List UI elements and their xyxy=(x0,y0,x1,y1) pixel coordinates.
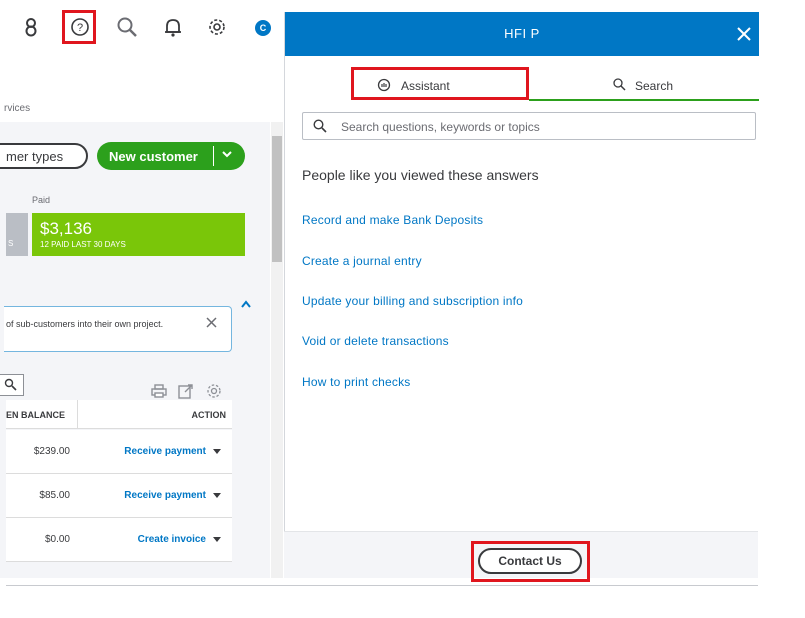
search-placeholder: Search questions, keywords or topics xyxy=(341,120,540,134)
table-row: $0.00 Create invoice xyxy=(6,518,232,562)
help-link-billing-info[interactable]: Update your billing and subscription inf… xyxy=(302,294,523,308)
tab-search-label: Search xyxy=(635,79,674,93)
help-link-journal-entry[interactable]: Create a journal entry xyxy=(302,254,422,268)
help-link-void-delete[interactable]: Void or delete transactions xyxy=(302,334,449,348)
split-divider xyxy=(213,146,214,166)
help-header: HFI P xyxy=(285,12,759,56)
unpaid-tile[interactable]: S xyxy=(6,213,28,256)
assistant-highlight-box xyxy=(351,67,529,100)
row-balance: $239.00 xyxy=(33,446,70,457)
notice-text: of sub-customers into their own project. xyxy=(6,319,164,329)
chevron-down-icon[interactable] xyxy=(221,148,233,163)
avatar-letter: C xyxy=(259,23,267,33)
close-panel-icon[interactable] xyxy=(737,27,751,46)
answers-heading: People like you viewed these answers xyxy=(302,167,539,183)
customer-types-label: mer types xyxy=(6,148,64,164)
table-header: EN BALANCE ACTION xyxy=(6,400,232,429)
table-row: $85.00 Receive payment xyxy=(6,474,232,518)
breadcrumb: rvices xyxy=(4,103,31,114)
create-invoice-link[interactable]: Create invoice xyxy=(138,534,206,545)
tab-search[interactable]: Search xyxy=(529,72,759,100)
close-icon[interactable] xyxy=(206,317,217,330)
caret-down-icon[interactable] xyxy=(213,493,221,498)
paid-label: Paid xyxy=(32,195,51,205)
table-row: $239.00 Receive payment xyxy=(6,430,232,474)
help-link-bank-deposits[interactable]: Record and make Bank Deposits xyxy=(302,213,483,227)
customer-types-button[interactable]: mer types xyxy=(0,143,88,169)
help-highlight-box xyxy=(62,10,96,44)
paid-caption: 12 PAID LAST 30 DAYS xyxy=(40,240,126,249)
bottom-divider xyxy=(6,585,758,586)
receive-payment-link[interactable]: Receive payment xyxy=(124,490,206,501)
avatar[interactable]: C xyxy=(255,20,271,36)
search-icon[interactable] xyxy=(114,14,140,40)
collapse-up-icon[interactable] xyxy=(240,296,252,314)
paid-amount: $3,136 xyxy=(40,219,92,238)
subcustomer-notice: of sub-customers into their own project. xyxy=(4,306,232,352)
col-divider xyxy=(77,400,78,429)
tab-search-icon xyxy=(613,78,626,96)
left-scrollbar-thumb[interactable] xyxy=(272,136,282,262)
row-balance: $85.00 xyxy=(39,490,70,501)
row-balance: $0.00 xyxy=(44,534,70,545)
caret-down-icon[interactable] xyxy=(213,537,221,542)
unpaid-tile-fragment: S xyxy=(8,239,14,248)
search-field-icon xyxy=(313,119,327,138)
new-customer-button[interactable]: New customer xyxy=(97,142,245,170)
paid-tile[interactable]: $3,136 12 PAID LAST 30 DAYS xyxy=(32,213,245,256)
table-search-button[interactable] xyxy=(0,374,24,396)
col-open-balance[interactable]: EN BALANCE xyxy=(6,410,65,420)
caret-down-icon[interactable] xyxy=(213,449,221,454)
new-customer-label: New customer xyxy=(109,148,198,164)
receive-payment-link[interactable]: Receive payment xyxy=(124,446,206,457)
help-search-field[interactable]: Search questions, keywords or topics xyxy=(302,112,756,140)
col-action: ACTION xyxy=(191,410,227,420)
tab-underline xyxy=(529,99,759,101)
gear-icon[interactable] xyxy=(204,14,230,40)
contact-highlight-box xyxy=(471,541,590,582)
user-icon[interactable] xyxy=(18,14,44,40)
bell-icon[interactable] xyxy=(160,14,186,40)
help-link-print-checks[interactable]: How to print checks xyxy=(302,375,411,389)
help-title: HFI P xyxy=(504,26,540,41)
